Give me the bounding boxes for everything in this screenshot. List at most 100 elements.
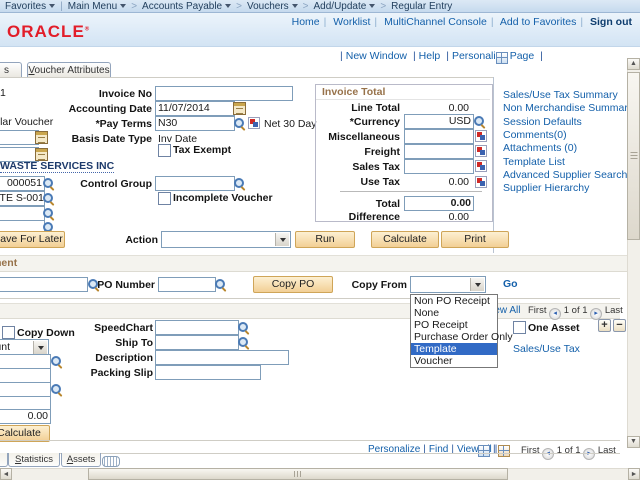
session-defaults-link[interactable]: Session Defaults (503, 116, 582, 128)
sign-out-link[interactable]: Sign out (590, 16, 632, 28)
freight-input[interactable] (404, 144, 474, 159)
sales-tax-detail-icon[interactable] (475, 160, 487, 172)
description-input[interactable] (155, 350, 289, 365)
control-group-input[interactable] (155, 176, 235, 191)
breadcrumb-vouchers[interactable]: Vouchers (247, 1, 298, 12)
bottom-tab-statistics[interactable]: Statistics (8, 453, 60, 467)
scroll-up-icon[interactable]: ▲ (627, 58, 640, 70)
sales-tax-input[interactable] (404, 159, 474, 174)
one-asset-checkbox[interactable] (513, 321, 526, 334)
attachments-link[interactable]: Attachments (0) (503, 142, 577, 154)
option-template-selected[interactable]: Template (411, 343, 497, 355)
po-number-input[interactable] (158, 277, 216, 292)
quantity-input[interactable] (0, 368, 51, 383)
supplier-hierarchy-link[interactable]: Supplier Hierarchy (503, 182, 589, 194)
supplier-shortname-lookup-icon[interactable] (42, 192, 55, 205)
copy-po-button[interactable]: Copy PO (253, 276, 333, 293)
packing-slip-input[interactable] (155, 365, 261, 380)
zoom-grid-icon[interactable] (478, 445, 490, 457)
item-input[interactable] (0, 354, 51, 369)
po-number-lookup-icon[interactable] (214, 278, 227, 291)
total-input[interactable]: 0.00 (404, 196, 474, 211)
use-tax-detail-icon[interactable] (475, 176, 487, 188)
http-icon[interactable] (496, 52, 508, 64)
tax-exempt-checkbox[interactable] (158, 144, 171, 157)
tab-overflow-icon[interactable] (102, 456, 120, 467)
option-purchase-order-only[interactable]: Purchase Order Only (411, 331, 497, 343)
horizontal-scroll-thumb[interactable] (88, 468, 508, 480)
new-window-link[interactable]: New Window (346, 50, 407, 62)
supplier-name-link[interactable]: WASTE SERVICES INC (0, 160, 114, 173)
uom-input[interactable] (0, 382, 51, 397)
miscellaneous-detail-icon[interactable] (475, 130, 487, 142)
favorites-menu[interactable]: Favorites (5, 1, 55, 12)
speedchart-lookup-icon[interactable] (237, 321, 250, 334)
bottom-tab-partial[interactable]: e (0, 453, 8, 467)
sales-use-tax-link[interactable]: Sales/Use Tax (513, 343, 580, 355)
option-none[interactable]: None (411, 307, 497, 319)
home-link[interactable]: Home (292, 16, 320, 28)
comments-link[interactable]: Comments(0) (503, 129, 567, 141)
ship-to-lookup-icon[interactable] (237, 336, 250, 349)
advanced-supplier-search-link[interactable]: Advanced Supplier Search (503, 169, 627, 181)
next-page-icon[interactable]: ▸ (583, 448, 595, 460)
go-link[interactable]: Go (503, 278, 518, 290)
template-list-link[interactable]: Template List (503, 156, 565, 168)
personalize-page-link[interactable]: Personalize Page (452, 50, 534, 62)
scroll-left-icon[interactable]: ◄ (0, 468, 12, 480)
copy-source-input[interactable] (0, 277, 88, 292)
vertical-scroll-thumb[interactable] (627, 72, 640, 240)
supplier-shortname-input[interactable]: WASTE S-001 (0, 191, 45, 206)
tab-voucher-attributes[interactable]: Voucher Attributes (27, 62, 111, 78)
bottom-tab-assets[interactable]: Assets (61, 453, 101, 467)
action-select[interactable] (161, 231, 291, 248)
copy-from-select[interactable] (410, 276, 486, 293)
incomplete-voucher-checkbox[interactable] (158, 192, 171, 205)
calendar-icon[interactable] (233, 102, 246, 115)
download-icon[interactable] (498, 445, 510, 457)
option-po-receipt[interactable]: PO Receipt (411, 319, 497, 331)
pay-terms-detail-icon[interactable] (248, 117, 260, 129)
add-to-favorites-link[interactable]: Add to Favorites (500, 16, 576, 28)
copy-down-checkbox[interactable] (2, 326, 15, 339)
worklist-link[interactable]: Worklist (333, 16, 370, 28)
speedchart-input[interactable] (155, 320, 239, 335)
ship-to-input[interactable] (155, 335, 239, 350)
main-menu[interactable]: Main Menu (68, 1, 126, 12)
add-row-button[interactable]: + (598, 319, 611, 332)
multichannel-console-link[interactable]: MultiChannel Console (384, 16, 487, 28)
line-amount-input[interactable]: 0.00 (0, 409, 51, 424)
line-total-value: 0.00 (405, 102, 469, 114)
uom-lookup-icon[interactable] (50, 383, 63, 396)
calculate-button[interactable]: Calculate (371, 231, 439, 248)
tab-partial-left[interactable]: s (0, 62, 22, 78)
breadcrumb-accounts-payable[interactable]: Accounts Payable (142, 1, 231, 12)
help-link[interactable]: Help (419, 50, 441, 62)
pay-terms-input[interactable]: N30 (155, 116, 235, 131)
option-non-po-receipt[interactable]: Non PO Receipt (411, 295, 497, 307)
supplier-location-input[interactable] (0, 206, 45, 221)
control-group-lookup-icon[interactable] (233, 177, 246, 190)
scroll-down-icon[interactable]: ▼ (627, 436, 640, 448)
invoice-no-input[interactable] (155, 86, 293, 101)
freight-detail-icon[interactable] (475, 145, 487, 157)
currency-lookup-icon[interactable] (473, 115, 486, 128)
non-merchandise-summary-link[interactable]: Non Merchandise Summary (503, 102, 633, 114)
supplier-location-lookup-icon[interactable] (42, 207, 55, 220)
sales-use-tax-summary-link[interactable]: Sales/Use Tax Summary (503, 89, 618, 101)
breadcrumb-add-update[interactable]: Add/Update (314, 1, 376, 12)
item-lookup-icon[interactable] (50, 355, 63, 368)
previous-page-icon[interactable]: ◂ (542, 448, 554, 460)
run-button[interactable]: Run (295, 231, 355, 248)
pay-terms-lookup-icon[interactable] (233, 117, 246, 130)
previous-page-icon[interactable]: ◂ (549, 308, 561, 320)
accounting-date-input[interactable]: 11/07/2014 (155, 101, 235, 116)
supplier-id-input[interactable]: 000051 (0, 176, 45, 191)
delete-row-button[interactable]: − (613, 319, 626, 332)
scroll-right-icon[interactable]: ► (628, 468, 640, 480)
miscellaneous-input[interactable] (404, 129, 474, 144)
invoice-date-input[interactable] (0, 130, 39, 145)
print-button[interactable]: Print (441, 231, 509, 248)
option-voucher[interactable]: Voucher (411, 355, 497, 367)
currency-input[interactable]: USD (404, 114, 474, 129)
